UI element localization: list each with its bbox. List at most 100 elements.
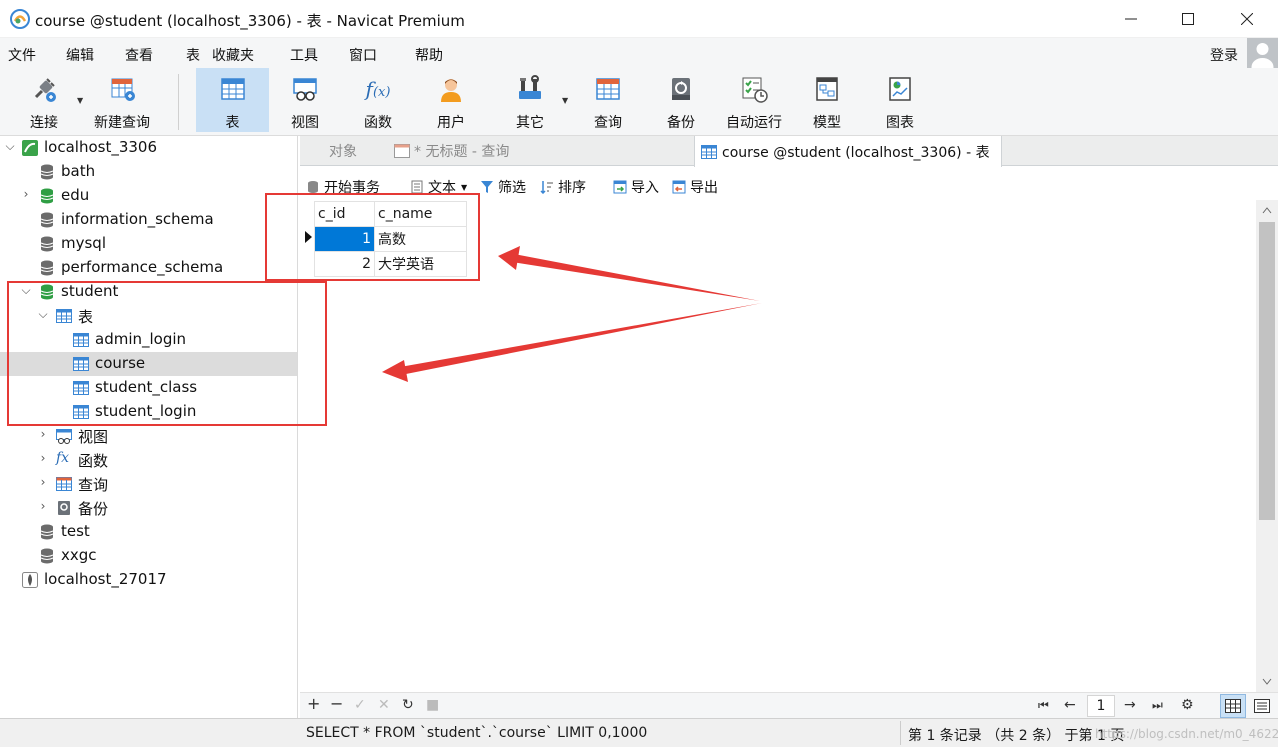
chevron-right-icon[interactable]: › [20, 187, 32, 203]
stop-icon[interactable]: ■ [426, 697, 439, 713]
database-icon [40, 260, 54, 276]
page-number-input[interactable]: 1 [1087, 695, 1115, 717]
connect-button[interactable]: 连接 [18, 68, 70, 132]
annotation-box-tree [7, 281, 327, 426]
close-button[interactable] [1224, 0, 1270, 38]
menu-help[interactable]: 帮助 [415, 45, 443, 65]
import-label: 导入 [631, 180, 659, 196]
minimize-button[interactable] [1108, 0, 1154, 38]
menu-tools[interactable]: 工具 [290, 45, 318, 65]
table-button[interactable]: 表 [196, 68, 269, 132]
tree-item-mysql[interactable]: mysql [0, 232, 297, 256]
filter-button[interactable]: 筛选 [480, 177, 526, 197]
chevron-right-icon[interactable]: › [37, 499, 49, 515]
chevron-right-icon[interactable]: › [37, 475, 49, 491]
other-label: 其它 [516, 115, 544, 131]
user-button[interactable]: 用户 [426, 68, 476, 132]
tree-item-queries-folder[interactable]: › 查询 [0, 472, 297, 496]
tree-item-views-folder[interactable]: › 视图 [0, 424, 297, 448]
menu-window[interactable]: 窗口 [349, 45, 377, 65]
menu-favorites[interactable]: 收藏夹 [212, 45, 254, 65]
login-link[interactable]: 登录 [1210, 45, 1238, 65]
maximize-button[interactable] [1165, 0, 1211, 38]
tab-untitled-query[interactable]: * 无标题 - 查询 [388, 136, 688, 166]
sort-label: 排序 [558, 180, 586, 196]
chart-label: 图表 [886, 115, 914, 131]
tab-label: * 无标题 - 查询 [414, 144, 510, 160]
tab-course-table[interactable]: course @student (localhost_3306) - 表 [694, 136, 1002, 167]
status-divider [900, 721, 901, 745]
refresh-icon[interactable]: ↻ [402, 697, 414, 713]
new-query-icon [107, 74, 137, 104]
view-button[interactable]: 视图 [280, 68, 330, 132]
function-button[interactable]: f(x) 函数 [353, 68, 403, 132]
watermark-text: https://blog.csdn.net/m0_46226... [1095, 727, 1278, 741]
main-toolbar: 连接 ▼ 新建查询 表 视图 f(x) 函数 用户 其它 ▼ 查询 备份 自动运… [0, 68, 1278, 136]
tree-item-test[interactable]: test [0, 520, 297, 544]
apply-changes-icon[interactable]: ✓ [354, 697, 366, 713]
chart-icon [885, 74, 915, 104]
grid-view-button[interactable] [1220, 694, 1246, 718]
text-doc-icon [411, 180, 423, 194]
first-page-icon[interactable]: ⏮ [1038, 698, 1049, 713]
settings-gear-icon[interactable]: ⚙ [1181, 697, 1194, 713]
scrollbar-thumb[interactable] [1259, 222, 1275, 520]
chevron-down-icon[interactable]: ⌵ [4, 139, 16, 155]
grid-view-icon [1225, 699, 1241, 713]
database-icon [40, 164, 54, 180]
tree-item-edu[interactable]: › edu [0, 184, 297, 208]
other-dropdown-icon[interactable]: ▼ [562, 96, 568, 105]
connect-dropdown-icon[interactable]: ▼ [77, 96, 83, 105]
chevron-right-icon[interactable]: › [37, 427, 49, 443]
other-button[interactable]: 其它 [505, 68, 555, 132]
automation-icon [739, 74, 769, 104]
database-open-icon [40, 188, 54, 204]
import-button[interactable]: 导入 [613, 177, 659, 197]
tab-label: course @student (localhost_3306) - 表 [722, 144, 990, 161]
tree-item-functions-folder[interactable]: › fx 函数 [0, 448, 297, 472]
tab-label: 对象 [329, 144, 357, 160]
function-icon: f(x) [365, 77, 391, 101]
discard-changes-icon[interactable]: ✕ [378, 697, 390, 713]
tree-item-information-schema[interactable]: information_schema [0, 208, 297, 232]
backup-button[interactable]: 备份 [656, 68, 706, 132]
form-view-button[interactable] [1250, 694, 1274, 718]
toolbar-separator [178, 74, 179, 130]
query-button[interactable]: 查询 [583, 68, 633, 132]
database-icon [40, 212, 54, 228]
automation-button[interactable]: 自动运行 [720, 68, 788, 132]
maximize-icon [1182, 13, 1194, 25]
previous-page-icon[interactable]: ← [1064, 697, 1076, 713]
scroll-down-icon[interactable] [1262, 678, 1272, 686]
chart-button[interactable]: 图表 [875, 68, 925, 132]
tree-item-localhost-27017[interactable]: localhost_27017 [0, 568, 297, 592]
export-label: 导出 [690, 180, 718, 196]
model-button[interactable]: 模型 [802, 68, 852, 132]
tab-objects[interactable]: 对象 [300, 136, 386, 166]
sort-button[interactable]: 排序 [540, 177, 586, 197]
tree-item-backups-folder[interactable]: › 备份 [0, 496, 297, 520]
menu-edit[interactable]: 编辑 [66, 45, 94, 65]
tree-item-bath[interactable]: bath [0, 160, 297, 184]
user-avatar-icon [1251, 43, 1274, 69]
filter-icon [481, 181, 493, 193]
chevron-right-icon[interactable]: › [37, 451, 49, 467]
tree-item-performance-schema[interactable]: performance_schema [0, 256, 297, 280]
connect-label: 连接 [30, 115, 58, 131]
tree-item-localhost-3306[interactable]: ⌵ localhost_3306 [0, 136, 297, 160]
menu-table[interactable]: 表 [186, 45, 200, 65]
new-query-button[interactable]: 新建查询 [88, 68, 156, 132]
add-record-icon[interactable]: + [307, 694, 320, 713]
last-page-icon[interactable]: ⏭ [1152, 698, 1163, 713]
menu-view[interactable]: 查看 [125, 45, 153, 65]
export-button[interactable]: 导出 [672, 177, 718, 197]
tree-item-xxgc[interactable]: xxgc [0, 544, 297, 568]
scroll-up-icon[interactable] [1262, 206, 1272, 214]
vertical-scrollbar[interactable] [1256, 200, 1278, 692]
menu-file[interactable]: 文件 [8, 45, 36, 65]
text-dropdown-icon[interactable]: ▼ [461, 183, 467, 192]
delete-record-icon[interactable]: − [330, 694, 343, 713]
next-page-icon[interactable]: → [1124, 697, 1136, 713]
close-icon [1241, 13, 1253, 25]
avatar[interactable] [1247, 38, 1278, 69]
